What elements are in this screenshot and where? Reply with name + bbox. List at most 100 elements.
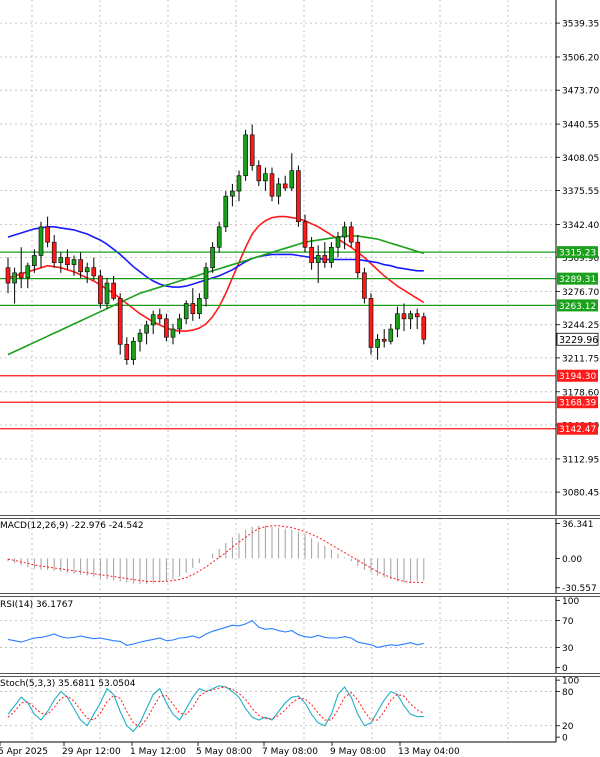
- time-tick-label: 29 Apr 12:00: [62, 747, 121, 757]
- candle-body: [78, 259, 83, 273]
- time-tick-label: 5 May 08:00: [196, 747, 252, 757]
- candle-body: [388, 328, 394, 342]
- candle-body: [329, 246, 334, 263]
- candle-body: [263, 173, 268, 182]
- candle-body: [32, 255, 37, 266]
- price-tick-label: 3276.70: [562, 288, 599, 298]
- rsi-tick-label: 0: [562, 664, 568, 674]
- candle-body: [289, 170, 295, 189]
- stoch-k-line: [7, 685, 424, 733]
- candle-body: [355, 241, 361, 274]
- rsi-tick-label: 30: [562, 644, 574, 654]
- candle-body: [91, 267, 97, 277]
- candle-body: [45, 226, 50, 243]
- level-tag-label: 3168.39: [559, 399, 596, 409]
- candle-body: [230, 190, 235, 197]
- candle-body: [98, 275, 103, 304]
- candle-body: [65, 257, 70, 265]
- rsi-line: [7, 619, 424, 648]
- candle-body: [124, 344, 130, 360]
- stoch-label: Stoch(5,3,3) 35.6811 53.0504: [0, 679, 136, 689]
- candle-body: [223, 195, 229, 228]
- level-tag-label: 3263.12: [559, 302, 596, 312]
- candle-body: [25, 265, 31, 279]
- candle-body: [18, 272, 24, 279]
- time-axis: 5 Apr 2025 29 Apr 12:00 1 May 12:00 5 May 0…: [0, 742, 460, 757]
- time-tick-label: 5 Apr 2025: [0, 747, 48, 757]
- candle-body: [236, 175, 242, 192]
- macd-tick-label: 36.341: [562, 520, 594, 530]
- stoch-tick-label: 100: [562, 677, 579, 687]
- candle-body: [137, 332, 143, 342]
- stoch-tick-label: 80: [562, 688, 574, 698]
- time-tick-label: 9 May 08:00: [330, 747, 386, 757]
- level-tag-label: 3315.23: [559, 249, 596, 259]
- macd-label: MACD(12,26,9) -22.976 -24.542: [0, 521, 144, 531]
- macd-signal-line: [7, 525, 424, 583]
- candle-body: [395, 313, 400, 330]
- stoch-lines: [7, 685, 425, 733]
- candle-body: [348, 226, 354, 243]
- time-tick-label: 7 May 08:00: [262, 747, 318, 757]
- price-tick-label: 3473.70: [562, 87, 599, 97]
- candle-body: [401, 313, 407, 320]
- candle-body: [309, 246, 314, 263]
- rsi-label: RSI(14) 36.1767: [0, 600, 73, 610]
- candle-body: [276, 183, 281, 197]
- candle-body: [381, 338, 387, 342]
- price-tick-label: 3506.20: [562, 53, 599, 63]
- price-tick-label: 3539.35: [562, 20, 599, 30]
- price-chart[interactable]: 3539.35 3506.20 3473.70 3440.55 3408.05 3375.…: [0, 0, 600, 757]
- candle-body: [414, 313, 420, 318]
- stoch-axis: 10080 20 0: [556, 677, 579, 744]
- macd-axis: 36.341 0.00 -30.557: [556, 520, 597, 594]
- moving-average-lines: [7, 215, 425, 356]
- rsi-grid: [0, 597, 556, 673]
- candle-body: [216, 226, 222, 248]
- candle-body: [164, 318, 169, 338]
- candlesticks: [5, 124, 427, 365]
- candle-body: [5, 267, 11, 284]
- level-tag-label: 3289.31: [559, 275, 596, 285]
- candle-body: [157, 314, 163, 320]
- candle-body: [335, 236, 341, 248]
- candle-body: [269, 173, 275, 197]
- candle-body: [362, 272, 367, 299]
- level-tag-label: 3194.30: [559, 372, 596, 382]
- price-tick-label: 3211.75: [562, 354, 599, 364]
- last-price-tag: 3229.96: [556, 332, 599, 346]
- candle-body: [197, 298, 202, 315]
- macd-tick-label: -30.557: [562, 584, 597, 594]
- macd-tick-label: 0.00: [562, 555, 582, 565]
- stoch-tick-label: 20: [562, 722, 574, 732]
- candle-body: [408, 313, 413, 320]
- candle-body: [243, 134, 248, 177]
- candle-body: [71, 259, 77, 265]
- candle-body: [302, 221, 308, 248]
- candle-body: [111, 282, 116, 299]
- candle-body: [38, 226, 44, 256]
- price-tick-label: 3342.40: [562, 221, 599, 231]
- horizontal-levels[interactable]: [0, 251, 556, 430]
- candle-body: [177, 318, 182, 330]
- candle-body: [375, 338, 380, 348]
- time-tick-label: 13 May 04:00: [398, 747, 460, 757]
- candle-body: [144, 324, 149, 334]
- price-tick-label: 3440.55: [562, 121, 599, 131]
- price-tick-label: 3244.25: [562, 321, 599, 331]
- candle-body: [58, 257, 64, 263]
- candle-body: [322, 255, 328, 263]
- rsi-axis: 100 70 30 0: [556, 597, 579, 674]
- rsi-series: [7, 619, 424, 648]
- candle-body: [190, 303, 196, 315]
- price-tick-label: 3375.55: [562, 187, 599, 197]
- price-tick-label: 3112.95: [562, 455, 599, 465]
- candle-body: [368, 298, 374, 348]
- candle-body: [104, 282, 110, 304]
- main-grid: [0, 0, 556, 515]
- candle-body: [12, 272, 17, 284]
- level-tag-label: 3142.47: [559, 425, 596, 435]
- last-price-label: 3229.96: [559, 335, 598, 346]
- candle-body: [170, 328, 176, 338]
- candle-body: [256, 165, 262, 182]
